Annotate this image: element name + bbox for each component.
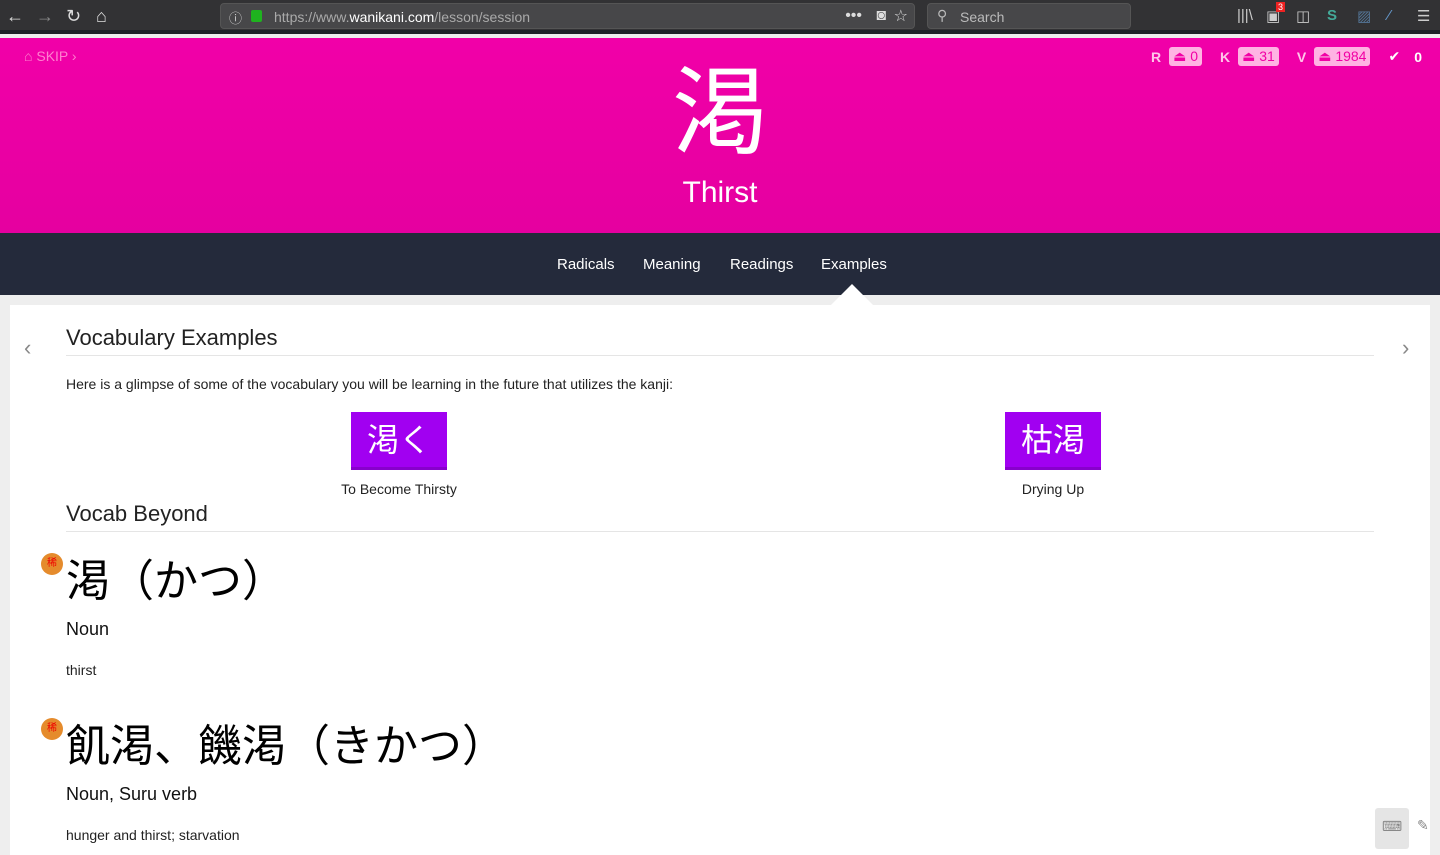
vocab-meaning: Drying Up: [1021, 481, 1085, 497]
home-icon[interactable]: ⌂: [96, 6, 107, 27]
more-icon[interactable]: •••: [845, 7, 862, 25]
menu-icon[interactable]: ☰: [1417, 7, 1430, 25]
image-icon[interactable]: ▨: [1357, 7, 1371, 25]
lesson-kanji: 渇: [672, 57, 768, 169]
vocab-count-value: 1984: [1335, 48, 1367, 64]
kanji-label: K: [1220, 48, 1231, 65]
kanji-count: ⏏ 31: [1238, 47, 1279, 66]
url-domain: wanikani.com: [349, 9, 435, 25]
vocab-count: ⏏ 1984: [1314, 47, 1371, 66]
lock-icon: [251, 10, 262, 22]
radical-label: R: [1150, 48, 1162, 65]
bookmark-star-icon[interactable]: ☆: [894, 6, 908, 26]
inbox-icon: ⏏: [1318, 48, 1332, 64]
vocab-button[interactable]: 渇く: [351, 412, 447, 470]
beyond-pos: Noun, Suru verb: [66, 784, 198, 804]
sidebar-icon[interactable]: ◫: [1296, 7, 1310, 25]
tab-radicals[interactable]: Radicals: [557, 256, 615, 273]
examples-panel: ‹ › Vocabulary Examples Here is a glimps…: [10, 305, 1430, 855]
lesson-stats: R ⏏ 0 K ⏏ 31 V ⏏ 1984 ✔ 0: [1151, 47, 1422, 66]
keyboard-icon[interactable]: ⌨: [1375, 808, 1409, 849]
rare-icon: 稀: [41, 553, 63, 575]
pocket-icon[interactable]: ◙: [876, 7, 886, 25]
eyedropper-icon[interactable]: ⁄: [1388, 7, 1391, 24]
radical-count: ⏏ 0: [1169, 47, 1203, 66]
library-icon[interactable]: |||\: [1237, 7, 1253, 24]
beyond-pos: Noun: [66, 619, 110, 639]
check-icon: ✔: [1388, 48, 1401, 64]
extension-badge: 3: [1276, 2, 1286, 12]
url-prefix: https://www.: [274, 9, 350, 25]
extension-icon[interactable]: ▣ 3: [1266, 2, 1286, 25]
kanji-count-value: 31: [1259, 48, 1275, 64]
beyond-word: 飢渇、饑渇（きかつ）: [66, 721, 506, 772]
prev-arrow-icon[interactable]: ‹: [24, 335, 31, 361]
examples-title: Vocabulary Examples: [66, 325, 1374, 356]
lesson-tabs: Radicals Meaning Readings Examples: [0, 233, 1440, 295]
tab-readings[interactable]: Readings: [730, 256, 793, 273]
examples-description: Here is a glimpse of some of the vocabul…: [66, 376, 673, 392]
vocab-label: V: [1296, 48, 1307, 65]
reload-icon[interactable]: ↻: [66, 6, 81, 27]
url-path: /lesson/session: [434, 9, 531, 25]
search-input[interactable]: ⚲ Search: [927, 3, 1131, 29]
next-arrow-icon[interactable]: ›: [1402, 335, 1409, 361]
beyond-word: 渇（かつ）: [66, 556, 286, 607]
inbox-icon: ⏏: [1173, 48, 1187, 64]
url-bar[interactable]: ⓘ https://www.wanikani.com/lesson/sessio…: [220, 3, 915, 29]
tab-examples[interactable]: Examples: [821, 256, 887, 273]
lesson-header: ⌂ SKIP › 渇 Thirst R ⏏ 0 K ⏏ 31 V ⏏ 1984 ✔ 0: [0, 38, 1440, 233]
beyond-gloss: hunger and thirst; starvation: [66, 827, 240, 843]
done-count: 0: [1414, 48, 1422, 65]
beyond-gloss: thirst: [66, 662, 97, 678]
stylus-icon[interactable]: S: [1327, 7, 1337, 24]
info-icon[interactable]: ⓘ: [229, 8, 242, 27]
search-icon: ⚲: [937, 7, 948, 23]
rare-icon: 稀: [41, 718, 63, 740]
vocab-meaning: To Become Thirsty: [341, 481, 457, 497]
forward-icon[interactable]: →: [36, 6, 54, 27]
search-placeholder: Search: [960, 9, 1005, 25]
inbox-icon: ⏏: [1242, 48, 1256, 64]
vocab-button[interactable]: 枯渇: [1005, 412, 1101, 470]
pencil-icon[interactable]: ✎: [1417, 817, 1429, 834]
tab-meaning[interactable]: Meaning: [643, 256, 701, 273]
beyond-title: Vocab Beyond: [66, 501, 1374, 532]
back-icon[interactable]: ←: [6, 6, 24, 27]
lesson-meaning: Thirst: [682, 176, 758, 209]
active-tab-indicator: [831, 284, 873, 305]
radical-count-value: 0: [1190, 48, 1199, 64]
browser-toolbar: ← → ↻ ⌂ ⓘ https://www.wanikani.com/lesso…: [0, 0, 1440, 34]
